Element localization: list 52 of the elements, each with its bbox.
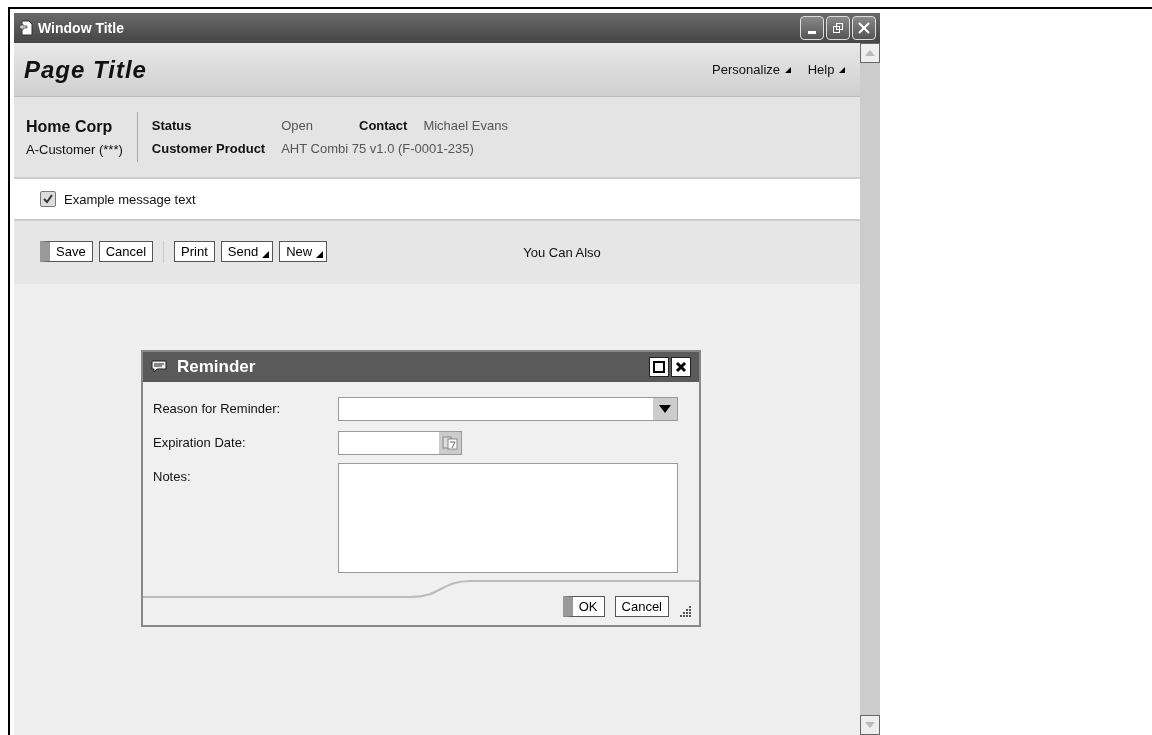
field-value: Open: [281, 118, 313, 133]
document-icon: [18, 20, 34, 36]
maximize-icon: [653, 361, 665, 373]
menu-link[interactable]: Personalize: [712, 62, 792, 77]
field-value: AHT Combi 75 v1.0 (F-0001-235): [281, 141, 475, 156]
caret-icon: [783, 66, 792, 74]
toolbar-button[interactable]: Cancel: [98, 241, 154, 262]
field-label: Notes:: [153, 468, 192, 484]
page-title: Page Title: [24, 55, 148, 84]
dropdown-arrow-icon: [659, 405, 671, 413]
field-label: Status: [151, 118, 193, 133]
close-button[interactable]: [671, 357, 691, 377]
customer-type: A-Customer (***): [26, 141, 123, 157]
up-arrow-icon: [865, 50, 875, 56]
dropdown-field[interactable]: [338, 397, 678, 421]
field-label: Reason for Reminder:: [153, 400, 282, 416]
calendar-icon: [442, 436, 458, 450]
you-can-also-label: You Can Also: [523, 245, 601, 260]
caret-icon: [838, 66, 846, 74]
caret-icon: [316, 251, 324, 258]
restore-icon: [832, 22, 844, 34]
message-text: Example message text: [64, 191, 196, 207]
company-name: Home Corp: [26, 117, 114, 136]
notes-field[interactable]: [338, 463, 678, 573]
caret-icon: [262, 251, 270, 258]
checkbox[interactable]: [40, 191, 56, 207]
dialog-button[interactable]: Cancel: [614, 596, 669, 617]
menu-link[interactable]: Help: [807, 62, 846, 77]
field-label: Expiration Date:: [153, 434, 247, 450]
scroll-up-button[interactable]: [860, 43, 880, 63]
menu-button[interactable]: New: [279, 241, 328, 262]
toolbar-button[interactable]: Print: [174, 241, 215, 262]
scrollbar[interactable]: [860, 43, 880, 735]
field-value: Michael Evans: [423, 118, 508, 133]
scroll-down-button[interactable]: [860, 715, 880, 735]
maximize-button[interactable]: [649, 357, 669, 377]
minimize-icon: [808, 30, 816, 34]
dialog-title: Reminder: [177, 357, 257, 377]
date-field[interactable]: [338, 431, 462, 455]
close-icon: [858, 22, 870, 34]
field-label: Contact: [358, 118, 408, 133]
window-title: Window Title: [38, 20, 125, 36]
minimize-button[interactable]: [800, 16, 824, 40]
down-arrow-icon: [865, 722, 875, 728]
close-icon: [675, 361, 687, 373]
restore-button[interactable]: [826, 16, 850, 40]
toolbar-button[interactable]: Save: [40, 241, 93, 262]
dialog-button[interactable]: OK: [562, 596, 605, 617]
resize-grip-icon: [679, 605, 691, 617]
field-label: Customer Product: [151, 141, 266, 156]
menu-button[interactable]: Send: [220, 241, 274, 262]
chat-bubble-icon: [151, 360, 167, 374]
